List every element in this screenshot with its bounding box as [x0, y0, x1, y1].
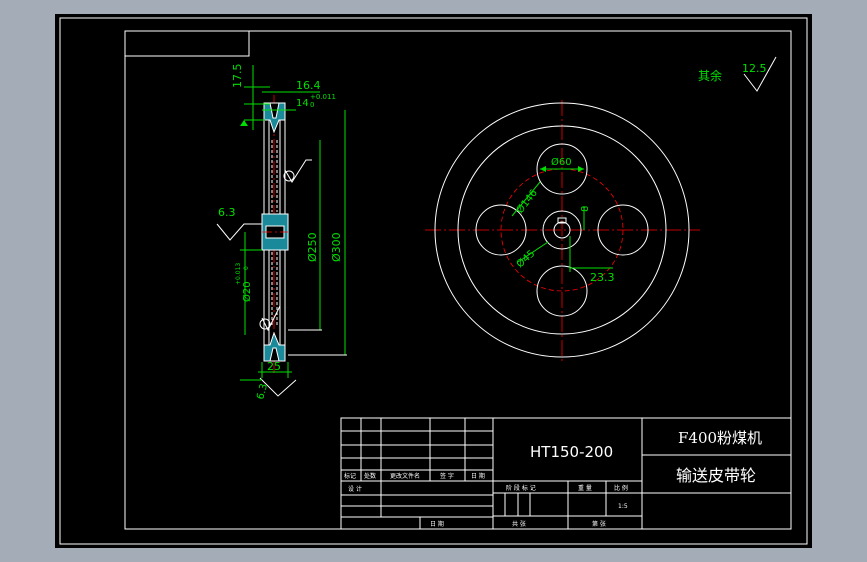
part-name: 输送皮带轮: [676, 466, 756, 485]
dim-8: 8: [580, 206, 591, 212]
material: HT150-200: [530, 443, 613, 461]
scale-value: 1:5: [618, 503, 628, 510]
row-label-mark: 标记: [344, 472, 356, 480]
roughness-6-3-a: 6.3: [218, 206, 236, 219]
row-label-file: 更改文件名: [390, 472, 420, 480]
sheet-number: 第 张: [592, 520, 606, 528]
dim-23-3: 23.3: [590, 271, 615, 284]
dim-16-4: 16.4: [296, 79, 321, 92]
weight-label: 重 量: [578, 484, 592, 492]
dim-d60: Ø60: [551, 156, 572, 168]
dim-d250: Ø250: [306, 232, 319, 262]
roughness-rest-label: 其余: [698, 68, 722, 83]
product-name: F400粉煤机: [678, 429, 762, 447]
total-sheets: 共 张: [512, 520, 526, 528]
dim-14: 14: [296, 98, 309, 109]
dim-d300: Ø300: [330, 232, 343, 262]
date-label: 日 期: [430, 520, 444, 528]
dim-d20: Ø20: [241, 281, 253, 302]
stage-mark-label: 阶 段 标 记: [506, 484, 536, 492]
tol-d20-zero: 0: [243, 266, 250, 270]
design-label: 设 计: [348, 485, 362, 493]
row-label-count: 处数: [364, 472, 376, 480]
tol-zero: 0: [310, 101, 314, 109]
dim-17-5: 17.5: [231, 64, 244, 89]
roughness-rest-value: 12.5: [742, 62, 767, 75]
cad-drawing-canvas: 17.5 16.4 14 +0.011 0 Ø250 Ø300 Ø20 +0.0…: [55, 14, 812, 548]
scale-label: 比 例: [614, 484, 628, 492]
row-label-date: 日 期: [471, 472, 485, 480]
row-label-sign: 签 字: [440, 472, 454, 480]
tol-plus: +0.011: [310, 93, 336, 101]
tol-d20: +0.013: [235, 263, 242, 285]
dim-25: 25: [267, 360, 281, 373]
